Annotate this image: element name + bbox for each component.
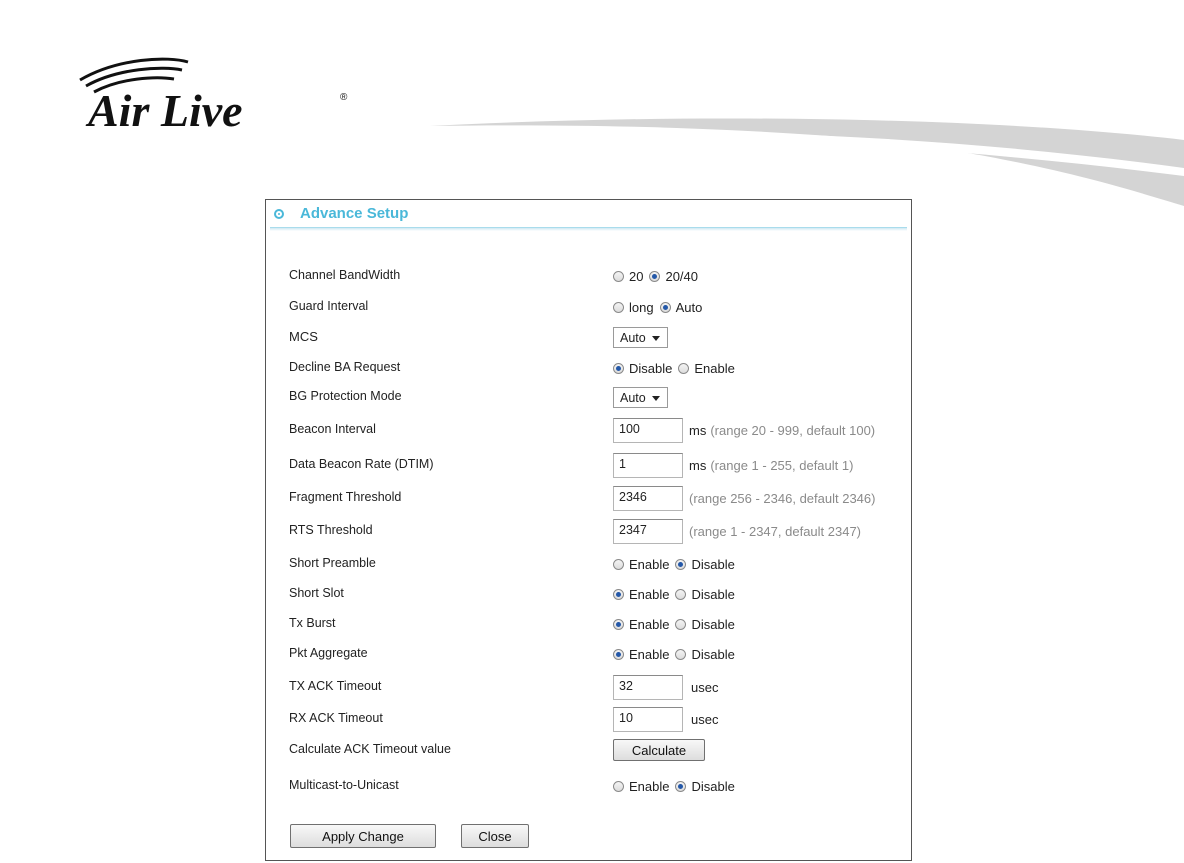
radio-icon[interactable]	[675, 588, 687, 600]
dtim-input[interactable]: 1	[613, 452, 683, 478]
row-rts: RTS Threshold 2347 (range 1 - 2347, defa…	[266, 517, 911, 545]
label-tx-ack: TX ACK Timeout	[289, 679, 382, 693]
label-calc-ack: Calculate ACK Timeout value	[289, 742, 451, 756]
radio-selected-icon[interactable]	[649, 270, 661, 282]
bullet-circle-icon	[274, 209, 284, 219]
radio-guard-long[interactable]: long	[613, 300, 654, 315]
row-rx-ack: RX ACK Timeout 10 usec	[266, 705, 911, 733]
label-tx-burst: Tx Burst	[289, 616, 336, 630]
radio-selected-icon[interactable]	[613, 362, 624, 374]
label-beacon-interval: Beacon Interval	[289, 422, 376, 436]
label-channel-bandwidth: Channel BandWidth	[289, 268, 401, 282]
airlive-logo: Air Live ®	[78, 52, 368, 136]
radio-slot-disable[interactable]: Disable	[675, 587, 735, 602]
dtim-hint: (range 1 - 255, default 1)	[710, 457, 854, 473]
label-pkt-aggregate: Pkt Aggregate	[289, 646, 368, 660]
logo-text: Air Live	[85, 85, 243, 132]
radio-bandwidth-20[interactable]: 20	[613, 269, 643, 284]
radio-icon[interactable]	[613, 301, 624, 313]
row-mcs: MCS Auto	[266, 323, 911, 351]
row-decline-ba: Decline BA Request Disable Enable	[266, 354, 911, 382]
bg-protection-select[interactable]: Auto	[613, 386, 668, 408]
row-channel-bandwidth: Channel BandWidth 20 20/40	[266, 262, 911, 290]
row-short-slot: Short Slot Enable Disable	[266, 580, 911, 608]
fragment-hint: (range 256 - 2346, default 2346)	[689, 490, 876, 506]
radio-selected-icon[interactable]	[613, 648, 624, 660]
row-beacon-interval: Beacon Interval 100 ms (range 20 - 999, …	[266, 416, 911, 444]
tx-ack-input[interactable]: 32	[613, 674, 683, 700]
apply-change-button[interactable]: Apply Change	[290, 824, 436, 848]
radio-aggregate-enable[interactable]: Enable	[613, 647, 669, 662]
radio-multicast-enable[interactable]: Enable	[613, 779, 669, 794]
advance-setup-panel: Advance Setup Channel BandWidth 20 20/40…	[265, 199, 912, 861]
radio-multicast-disable[interactable]: Disable	[675, 779, 735, 794]
rts-hint: (range 1 - 2347, default 2347)	[689, 523, 862, 539]
label-multicast: Multicast-to-Unicast	[289, 778, 399, 792]
tx-ack-unit: usec	[691, 679, 719, 695]
radio-preamble-disable[interactable]: Disable	[675, 557, 735, 572]
label-fragment: Fragment Threshold	[289, 490, 402, 504]
radio-burst-disable[interactable]: Disable	[675, 617, 735, 632]
label-dtim: Data Beacon Rate (DTIM)	[289, 457, 434, 471]
radio-bandwidth-20-40[interactable]: 20/40	[649, 269, 698, 284]
label-mcs: MCS	[289, 329, 318, 344]
label-short-preamble: Short Preamble	[289, 556, 376, 570]
rx-ack-unit: usec	[691, 711, 719, 727]
panel-title: Advance Setup	[300, 205, 409, 222]
radio-selected-icon[interactable]	[613, 588, 624, 600]
row-tx-ack: TX ACK Timeout 32 usec	[266, 673, 911, 701]
logo-arcs-icon: Air Live ®	[79, 57, 348, 136]
close-button[interactable]: Close	[461, 824, 529, 848]
radio-aggregate-disable[interactable]: Disable	[675, 647, 735, 662]
row-calc-ack: Calculate ACK Timeout value Calculate	[266, 736, 911, 764]
radio-selected-icon[interactable]	[613, 618, 624, 630]
mcs-select[interactable]: Auto	[613, 326, 668, 348]
radio-burst-enable[interactable]: Enable	[613, 617, 669, 632]
panel-header: Advance Setup	[266, 200, 911, 231]
radio-icon[interactable]	[613, 270, 624, 282]
radio-icon[interactable]	[613, 780, 624, 792]
radio-icon[interactable]	[675, 618, 687, 630]
calculate-button[interactable]: Calculate	[613, 739, 705, 761]
radio-selected-icon[interactable]	[675, 558, 687, 570]
rx-ack-input[interactable]: 10	[613, 706, 683, 732]
radio-preamble-enable[interactable]: Enable	[613, 557, 669, 572]
beacon-interval-input[interactable]: 100	[613, 417, 683, 443]
radio-selected-icon[interactable]	[659, 301, 671, 313]
registered-mark: ®	[340, 92, 348, 103]
radio-decline-disable[interactable]: Disable	[613, 361, 672, 376]
radio-slot-enable[interactable]: Enable	[613, 587, 669, 602]
row-bg-protection: BG Protection Mode Auto	[266, 383, 911, 411]
header-divider	[270, 227, 907, 231]
beacon-hint: (range 20 - 999, default 100)	[710, 422, 876, 438]
fragment-input[interactable]: 2346	[613, 485, 683, 511]
beacon-unit: ms	[689, 422, 707, 438]
label-bg-protection: BG Protection Mode	[289, 389, 402, 403]
label-rx-ack: RX ACK Timeout	[289, 711, 383, 725]
row-fragment: Fragment Threshold 2346 (range 256 - 234…	[266, 484, 911, 512]
row-multicast: Multicast-to-Unicast Enable Disable	[266, 772, 911, 800]
radio-icon[interactable]	[613, 558, 624, 570]
radio-decline-enable[interactable]: Enable	[678, 361, 735, 376]
row-short-preamble: Short Preamble Enable Disable	[266, 550, 911, 578]
radio-icon[interactable]	[675, 648, 687, 660]
radio-icon[interactable]	[678, 362, 690, 374]
row-tx-burst: Tx Burst Enable Disable	[266, 610, 911, 638]
radio-guard-auto[interactable]: Auto	[659, 300, 702, 315]
label-guard-interval: Guard Interval	[289, 299, 369, 313]
row-guard-interval: Guard Interval long Auto	[266, 293, 911, 321]
radio-selected-icon[interactable]	[675, 780, 687, 792]
rts-input[interactable]: 2347	[613, 518, 683, 544]
label-decline-ba: Decline BA Request	[289, 360, 401, 374]
label-short-slot: Short Slot	[289, 586, 344, 600]
label-rts: RTS Threshold	[289, 523, 373, 537]
row-pkt-aggregate: Pkt Aggregate Enable Disable	[266, 640, 911, 668]
dtim-unit: ms	[689, 457, 707, 473]
row-dtim: Data Beacon Rate (DTIM) 1 ms (range 1 - …	[266, 451, 911, 479]
